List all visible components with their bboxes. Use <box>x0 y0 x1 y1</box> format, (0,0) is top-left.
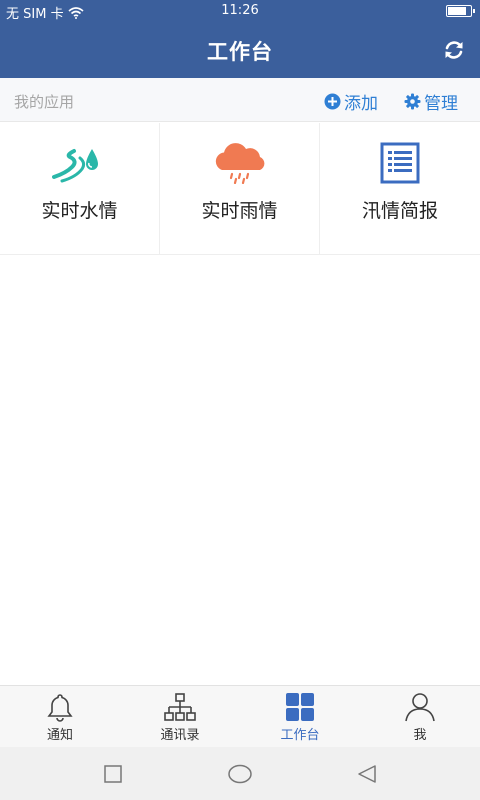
app-label: 实时雨情 <box>201 200 278 222</box>
tab-label: 我 <box>413 728 427 743</box>
app-label: 汛情简报 <box>361 200 438 222</box>
battery-icon <box>446 5 475 17</box>
add-label: 添加 <box>344 94 378 114</box>
manage-button[interactable]: 管理 <box>404 89 458 114</box>
square-recent-icon <box>104 765 122 783</box>
tab-icon-container <box>283 691 317 723</box>
gear-icon <box>404 93 421 110</box>
app-icon-container <box>210 141 270 185</box>
circle-home-icon <box>228 764 252 784</box>
user-icon <box>405 693 435 722</box>
app-tile-report[interactable]: 汛情简报 <box>320 123 480 255</box>
add-button[interactable]: 添加 <box>324 89 378 114</box>
recent-apps-button[interactable] <box>102 763 124 785</box>
section-title: 我的应用 <box>14 93 75 111</box>
refresh-icon <box>445 41 463 59</box>
tab-label: 通知 <box>46 728 73 743</box>
status-bar: 无 SIM 卡 11:26 <box>0 0 480 22</box>
tab-contacts[interactable]: 通讯录 <box>120 686 240 748</box>
tab-notifications[interactable]: 通知 <box>0 686 120 748</box>
home-button[interactable] <box>227 763 253 785</box>
app-icon-container <box>370 141 430 185</box>
refresh-button[interactable] <box>442 38 466 62</box>
manage-label: 管理 <box>424 94 458 114</box>
tab-icon-container <box>403 691 437 723</box>
tab-label: 通讯录 <box>160 728 200 743</box>
triangle-back-icon <box>358 765 376 783</box>
page-title: 工作台 <box>207 40 273 64</box>
my-apps-header: 我的应用 添加 管理 <box>0 78 480 122</box>
app-label: 实时水情 <box>41 200 118 222</box>
org-chart-icon <box>164 693 196 721</box>
app-bar: 工作台 <box>0 22 480 78</box>
tab-me[interactable]: 我 <box>360 686 480 748</box>
system-nav-bar <box>0 747 480 800</box>
app-grid: 实时水情 实时雨情 汛情简报 <box>0 123 480 255</box>
tab-label: 工作台 <box>280 728 320 743</box>
back-button[interactable] <box>356 763 378 785</box>
tab-icon-container <box>163 691 197 723</box>
app-tile-water[interactable]: 实时水情 <box>0 123 160 255</box>
bell-icon <box>47 694 73 722</box>
tab-workbench[interactable]: 工作台 <box>240 686 360 748</box>
status-time: 11:26 <box>221 3 259 18</box>
water-drop-river-icon <box>51 149 98 183</box>
report-list-icon <box>380 142 420 184</box>
plus-circle-icon <box>324 93 341 110</box>
bottom-tab-bar: 通知 通讯录 工作台 我 <box>0 685 480 747</box>
rain-cloud-icon <box>215 143 264 184</box>
grid-icon <box>286 693 314 721</box>
app-tile-rain[interactable]: 实时雨情 <box>160 123 320 255</box>
battery-fill <box>448 7 466 15</box>
app-icon-container <box>50 141 110 185</box>
tab-icon-container <box>43 691 77 723</box>
